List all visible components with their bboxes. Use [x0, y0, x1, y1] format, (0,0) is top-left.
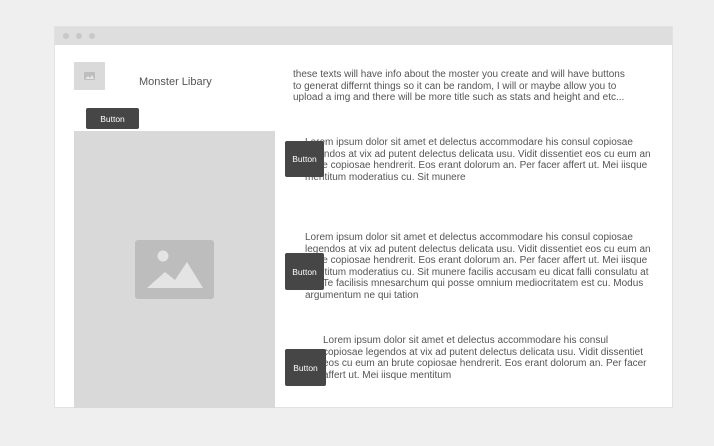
window-dot-icon[interactable] — [76, 33, 82, 39]
intro-text: these texts will have info about the mos… — [293, 69, 625, 103]
section-3-button[interactable]: Button — [285, 349, 326, 386]
app-title: Monster Libary — [139, 76, 212, 88]
window-titlebar — [55, 27, 672, 45]
image-icon — [84, 72, 95, 80]
section-1-button[interactable]: Button — [285, 141, 324, 177]
app-window: Monster Libary Button these texts will h… — [54, 26, 673, 408]
top-button[interactable]: Button — [86, 108, 139, 129]
section-3-text: Lorem ipsum dolor sit amet et delectus a… — [323, 335, 647, 381]
logo-image-icon — [74, 62, 105, 90]
window-dot-icon[interactable] — [89, 33, 95, 39]
section-2-button[interactable]: Button — [285, 253, 324, 290]
image-placeholder-icon — [135, 240, 214, 299]
monster-image-placeholder[interactable] — [74, 131, 275, 408]
window-dot-icon[interactable] — [63, 33, 69, 39]
section-2-text: Lorem ipsum dolor sit amet et delectus a… — [305, 232, 651, 301]
section-1-text: Lorem ipsum dolor sit amet et delectus a… — [305, 137, 651, 183]
